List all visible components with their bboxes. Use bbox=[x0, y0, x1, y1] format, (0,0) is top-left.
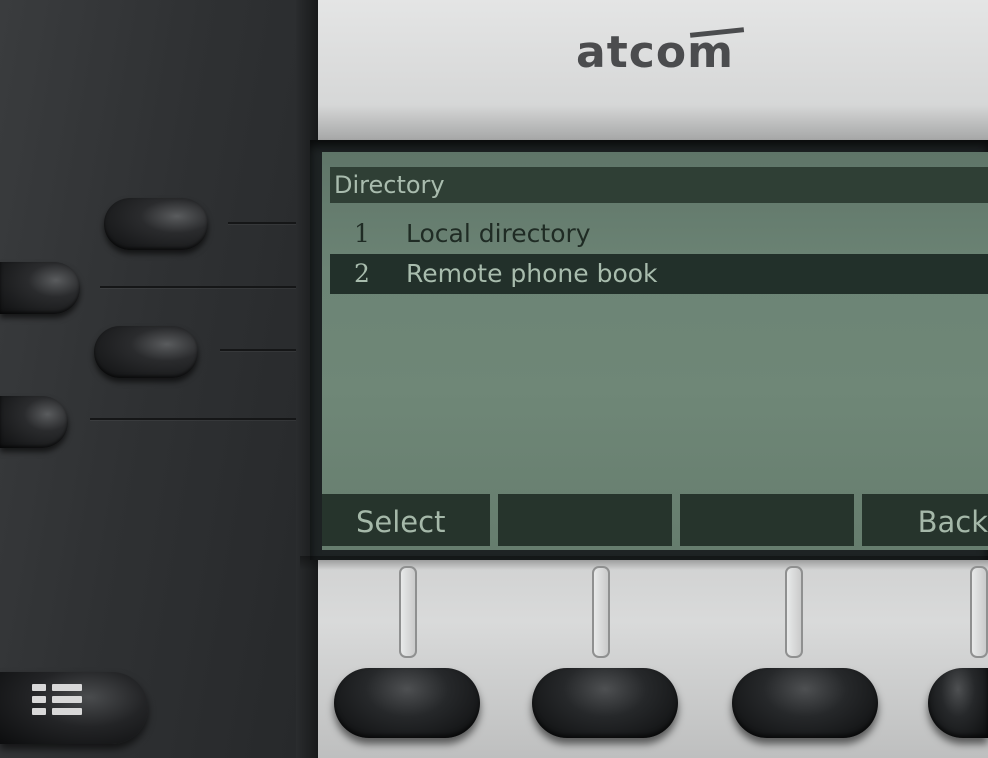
line-key-divider bbox=[100, 286, 308, 288]
line-key-2[interactable] bbox=[0, 262, 80, 314]
softkey-slot bbox=[592, 566, 610, 658]
softkey-button-2[interactable] bbox=[532, 668, 678, 738]
softkey-slot bbox=[399, 566, 417, 658]
menu-item-remote-phone-book[interactable]: 2 Remote phone book bbox=[330, 254, 988, 294]
screen-title: Directory bbox=[334, 171, 445, 199]
ip-phone: atcom Directory 1 Local directory 2 Remo… bbox=[0, 0, 988, 758]
softkey-button-1[interactable] bbox=[334, 668, 480, 738]
left-key-panel bbox=[0, 0, 320, 758]
menu-list-icon bbox=[32, 684, 92, 728]
menu-item-number: 1 bbox=[354, 219, 370, 248]
menu-item-local-directory[interactable]: 1 Local directory bbox=[330, 214, 988, 254]
line-key-divider bbox=[90, 418, 308, 420]
softkey-bar: Select Back bbox=[322, 494, 988, 550]
menu-item-number: 2 bbox=[354, 259, 370, 288]
softkey-select[interactable]: Select bbox=[322, 494, 490, 546]
softkey-2[interactable] bbox=[498, 494, 672, 546]
line-key-divider bbox=[220, 349, 308, 351]
line-key-3[interactable] bbox=[94, 326, 198, 378]
line-key-1[interactable] bbox=[104, 198, 208, 250]
menu-item-label: Local directory bbox=[406, 219, 591, 248]
menu-item-label: Remote phone book bbox=[406, 259, 658, 288]
line-key-4[interactable] bbox=[0, 396, 68, 448]
softkey-back[interactable]: Back bbox=[862, 494, 988, 546]
softkey-button-3[interactable] bbox=[732, 668, 878, 738]
softkey-slot bbox=[785, 566, 803, 658]
lcd-screen: Directory 1 Local directory 2 Remote pho… bbox=[322, 152, 988, 550]
softkey-slot bbox=[970, 566, 988, 658]
softkey-3[interactable] bbox=[680, 494, 854, 546]
brand-logo: atcom bbox=[576, 27, 734, 78]
